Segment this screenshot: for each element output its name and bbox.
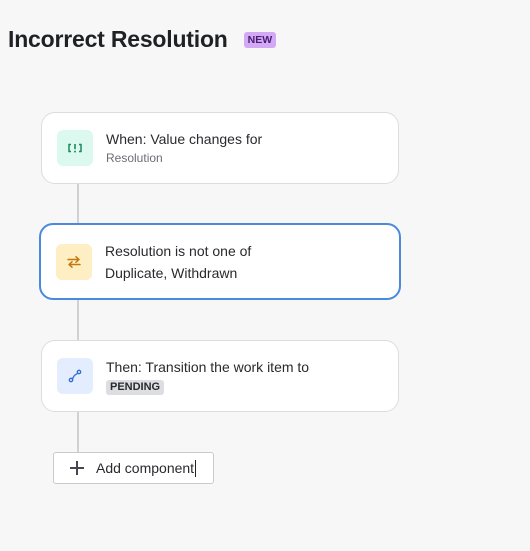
condition-title: Resolution is not one of	[105, 242, 252, 259]
transition-icon	[57, 358, 93, 394]
action-title: Then: Transition the work item to	[106, 359, 310, 375]
page-header: Incorrect Resolution NEW	[8, 26, 277, 53]
trigger-card[interactable]: When: Value changes for Resolution	[41, 112, 399, 184]
connector-line	[77, 411, 79, 453]
status-lozenge: PENDING	[106, 380, 165, 395]
new-badge: NEW	[243, 31, 277, 48]
condition-detail: Duplicate, Withdrawn	[105, 264, 238, 281]
action-card[interactable]: Then: Transition the work item to PENDIN…	[41, 340, 399, 412]
trigger-text: When: Value changes for Resolution	[106, 129, 262, 167]
condition-text: Resolution is not one of Duplicate, With…	[105, 241, 251, 283]
connector-line	[77, 183, 79, 224]
text-cursor	[195, 459, 197, 477]
action-text: Then: Transition the work item to PENDIN…	[106, 357, 309, 395]
connector-line	[77, 299, 79, 341]
page-title: Incorrect Resolution	[8, 26, 228, 52]
trigger-title: When: Value changes for	[106, 131, 263, 147]
add-component-button[interactable]: Add component	[53, 452, 214, 484]
add-component-label: Add component	[96, 460, 195, 476]
condition-icon	[56, 243, 92, 280]
trigger-detail: Resolution	[106, 151, 163, 165]
condition-card[interactable]: Resolution is not one of Duplicate, With…	[39, 223, 401, 300]
plus-icon	[69, 460, 85, 476]
trigger-icon	[57, 130, 93, 166]
